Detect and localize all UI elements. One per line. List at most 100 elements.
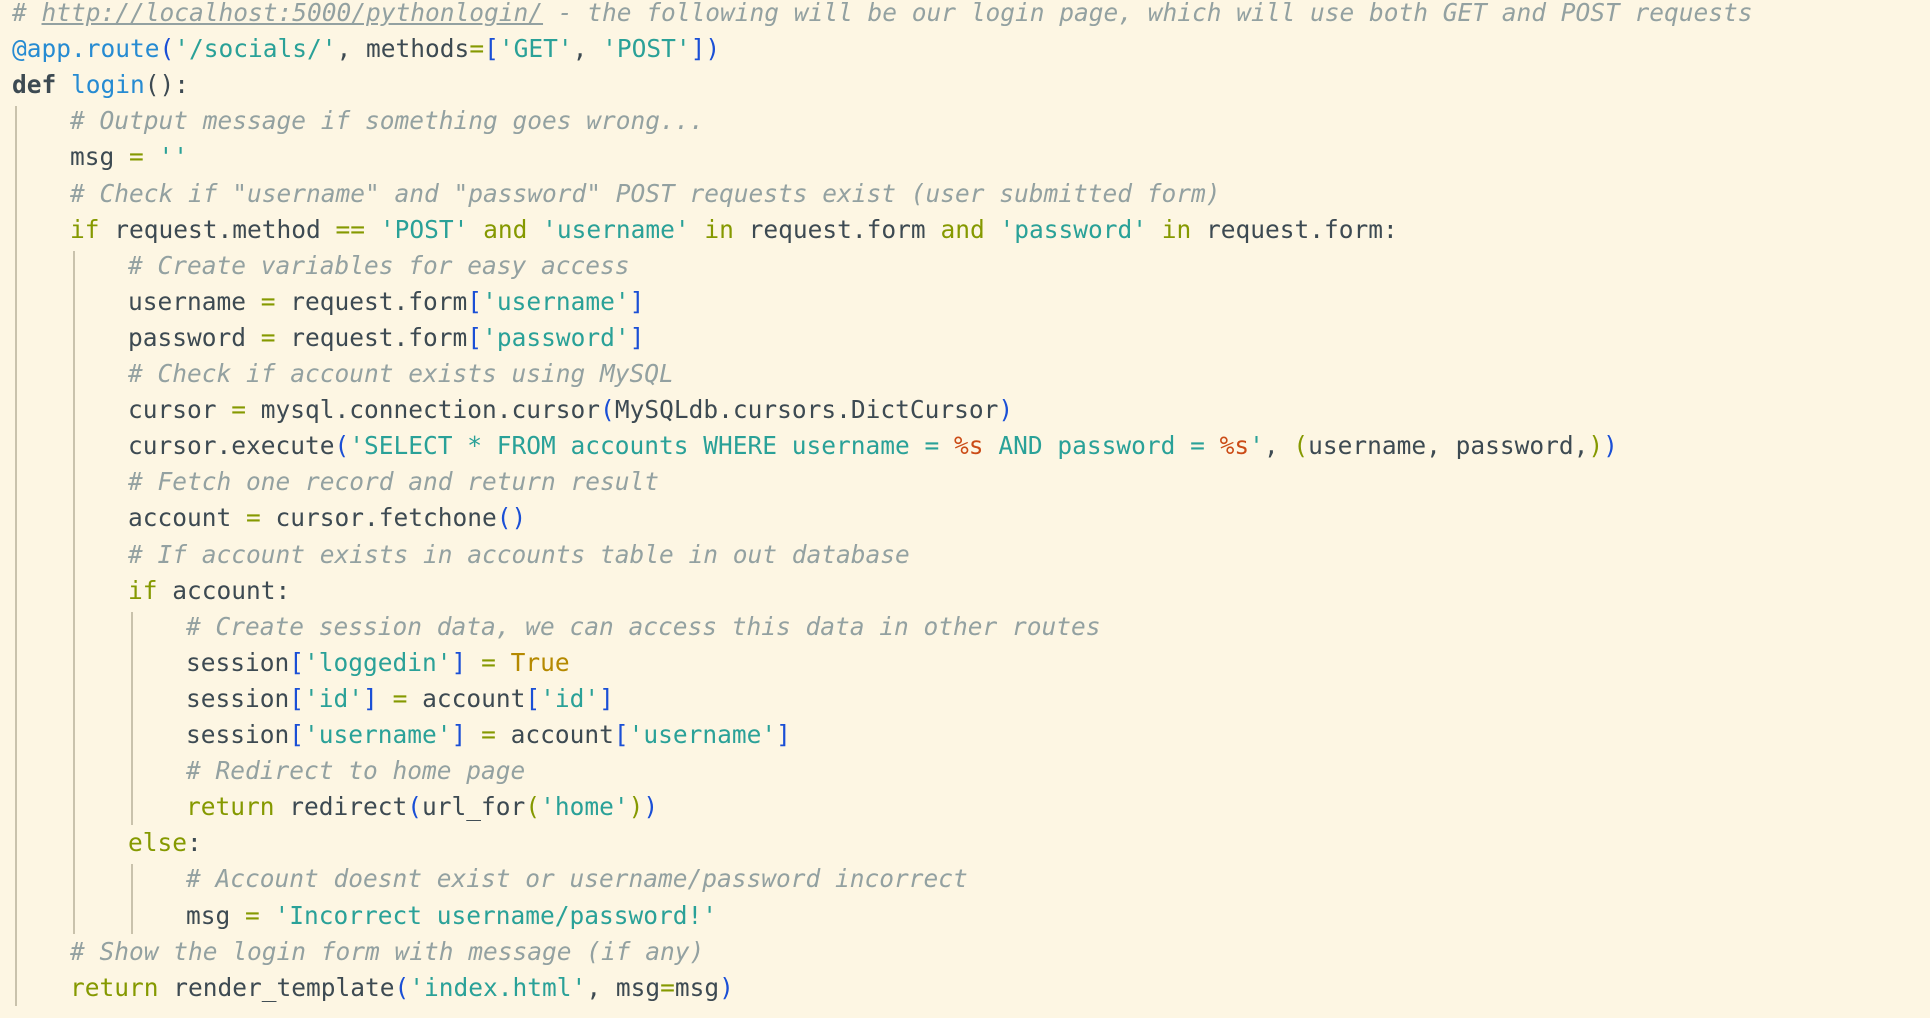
code-token: msg [674,972,720,1002]
code-token: 'index.html' [409,972,587,1002]
code-token: MySQLdb.cursors.DictCursor [614,395,999,425]
code-token: request.form [733,214,941,244]
code-line: return render_template('index.html', msg… [70,970,734,1006]
code-token: = [660,972,675,1002]
indent-guide [131,864,133,934]
code-token: : [187,828,202,858]
code-token: account [407,683,526,713]
code-line: username = request.form['username'] [128,284,644,320]
code-token: url_for [422,792,526,822]
code-line: session['loggedin'] = True [186,645,570,681]
code-token: , [1263,431,1294,461]
code-token: %s [954,431,984,461]
code-token: http://localhost:5000/pythonlogin/ [41,0,544,27]
code-token: 'username' [542,214,690,244]
code-token: [ [467,322,483,352]
code-token: # [12,0,42,27]
code-token: request.form [275,286,468,316]
code-token: ) [1588,431,1604,461]
code-line: # Redirect to home page [186,753,525,789]
code-token: in [704,214,734,244]
code-token: password [128,322,261,352]
code-token: True [510,647,570,677]
code-token: ) [1603,431,1618,461]
code-token: '/socials/' [174,34,337,64]
code-token: session [186,647,290,677]
code-token: mysql.connection.cursor [246,395,601,425]
code-token: # Redirect to home page [186,756,526,786]
code-token: and [940,214,985,244]
code-token: ( [1293,431,1309,461]
code-token: render_template [158,972,395,1002]
code-token: return [70,972,159,1002]
code-line: account = cursor.fetchone() [128,500,526,536]
code-token: , methods [336,34,470,64]
code-token: and [483,214,528,244]
code-line: session['id'] = account['id'] [186,681,614,717]
code-token: username, password, [1308,431,1589,461]
code-token: ] [629,322,645,352]
code-token: ] [599,683,614,713]
code-token: request.method [99,214,336,244]
code-token: - the following will be our login page, … [543,0,1753,27]
code-token: # Check if "username" and "password" POS… [70,178,1221,208]
code-token: ) [719,972,734,1002]
code-token: ) [998,395,1014,425]
code-token: ' [1249,431,1264,461]
code-token: # Create session data, we can access thi… [186,611,1101,641]
code-line: msg = 'Incorrect username/password!' [186,898,717,934]
code-line: # Check if account exists using MySQL [128,356,674,392]
code-line: # Create variables for easy access [128,248,630,284]
code-line: if account: [128,573,290,609]
code-token: msg [70,142,130,172]
code-token: ]) [690,34,721,64]
code-line: if request.method == 'POST' and 'usernam… [70,212,1398,248]
code-token: '' [158,142,189,172]
code-token: def [12,70,57,100]
code-token: %s [1219,431,1250,461]
code-token: 'username' [628,720,777,749]
code-token: , msg [586,972,661,1002]
code-token: 'id' [304,683,364,713]
indent-guide [131,611,133,826]
code-token: = [481,720,496,749]
code-token: [ [613,720,629,749]
code-line: # If account exists in accounts table in… [128,537,910,573]
code-token: [ [289,647,305,677]
code-editor[interactable]: # http://localhost:5000/pythonlogin/ - t… [0,0,1930,1018]
code-token: return [186,792,275,822]
code-token: ] [363,683,378,713]
code-token: # If account exists in accounts table in… [128,539,910,569]
code-token: () [496,503,527,533]
code-line: cursor.execute('SELECT * FROM accounts W… [128,428,1618,464]
code-token: # Check if account exists using MySQL [128,359,674,388]
code-line: # http://localhost:5000/pythonlogin/ - t… [12,0,1753,31]
code-token: ( [600,395,615,425]
code-token: = [246,503,261,533]
code-token: cursor [128,395,232,425]
code-token: redirect [274,792,408,822]
code-token: 'Incorrect username/password!' [274,900,718,930]
code-token: 'loggedin' [304,647,452,677]
code-token: 'password' [482,322,630,352]
code-line: return redirect(url_for('home')) [186,789,658,825]
code-token: request.form [275,322,468,352]
code-token: = [245,900,260,930]
indent-guide [73,250,75,934]
code-line: # Check if "username" and "password" POS… [70,176,1221,212]
code-token: = [481,647,496,677]
code-token: # Show the login form with message (if a… [70,936,705,966]
code-token: [ [289,720,305,749]
code-token: @app.route [12,34,160,64]
code-line: cursor = mysql.connection.cursor(MySQLdb… [128,392,1013,428]
code-token: cursor.execute [128,431,335,461]
code-line: # Account doesnt exist or username/passw… [186,861,968,897]
code-line: # Output message if something goes wrong… [70,103,704,139]
